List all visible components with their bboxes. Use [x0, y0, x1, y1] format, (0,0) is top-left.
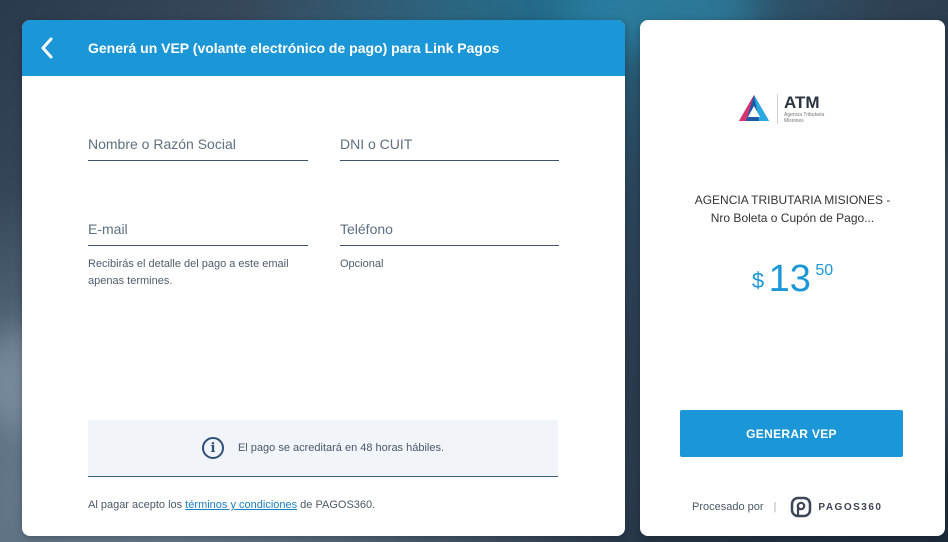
back-button[interactable] — [25, 20, 69, 76]
info-text: El pago se acreditará en 48 horas hábile… — [237, 442, 445, 454]
dni-input[interactable] — [340, 136, 559, 160]
vep-form-card: Generá un VEP (volante electrónico de pa… — [22, 20, 625, 536]
payment-summary-card: ATM Agencia Tributaria Misiones AGENCIA … — [640, 20, 945, 536]
name-field — [88, 136, 308, 161]
email-field — [88, 221, 308, 246]
dni-field — [340, 136, 559, 161]
terms-prefix: Al pagar acepto los — [88, 499, 186, 511]
separator: | — [773, 501, 777, 513]
terms-suffix: de PAGOS360. — [297, 499, 376, 511]
generate-vep-button[interactable]: GENERAR VEP — [680, 410, 903, 457]
merchant-line-2: Nro Boleta o Cupón de Pago... — [710, 211, 875, 225]
amount: $ 13 50 — [640, 258, 945, 301]
amount-integer: 13 — [768, 258, 811, 300]
email-helper-text: Recibirás el detalle del pago a este ema… — [88, 258, 289, 287]
merchant-name: AGENCIA TRIBUTARIA MISIONES - Nro Boleta… — [660, 191, 925, 227]
terms-link[interactable]: términos y condiciones — [185, 499, 297, 511]
merchant-line-1: AGENCIA TRIBUTARIA MISIONES - — [694, 193, 891, 207]
form-title: Generá un VEP (volante electrónico de pa… — [88, 40, 500, 56]
chevron-left-icon — [41, 37, 53, 59]
pagos360-logo-icon — [791, 496, 812, 518]
amount-decimal: 50 — [815, 262, 834, 279]
provider-name: PAGOS360 — [818, 501, 883, 513]
email-input[interactable] — [88, 221, 308, 245]
phone-input[interactable] — [340, 221, 559, 245]
phone-field — [340, 221, 559, 246]
logo-subtitle-2: Misiones — [784, 118, 804, 124]
phone-helper-text: Opcional — [340, 258, 384, 270]
form-header: Generá un VEP (volante electrónico de pa… — [22, 20, 625, 76]
name-input[interactable] — [88, 136, 308, 160]
atm-logo-icon — [739, 95, 769, 121]
terms-text: Al pagar acepto los términos y condicion… — [88, 499, 375, 511]
processed-by-label: Procesado por — [692, 501, 764, 513]
processed-by: Procesado por | PAGOS360 — [692, 496, 882, 518]
logo-title: ATM — [784, 93, 820, 112]
info-box: i El pago se acreditará en 48 horas hábi… — [88, 420, 558, 477]
currency-symbol: $ — [751, 268, 765, 293]
info-icon: i — [201, 437, 224, 459]
atm-logo: ATM Agencia Tributaria Misiones — [737, 93, 824, 125]
